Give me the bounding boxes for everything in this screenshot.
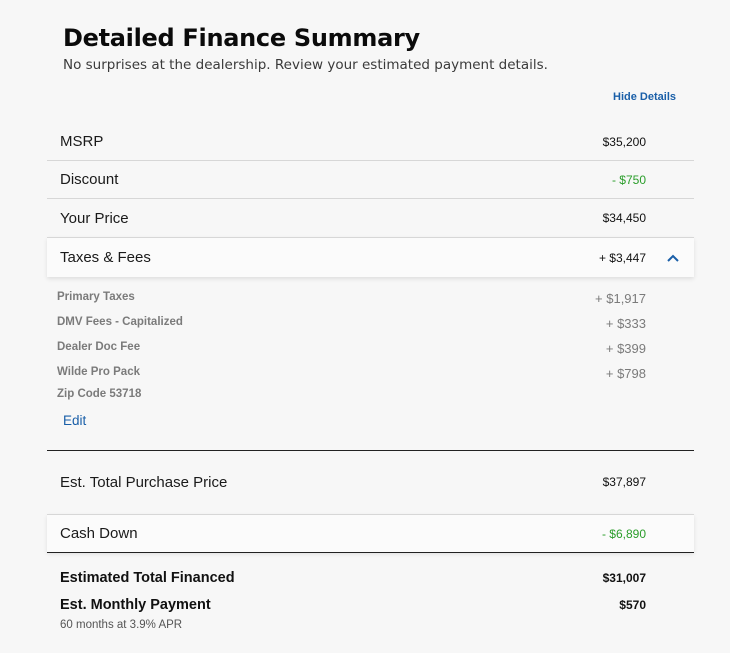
chevron-up-icon[interactable] [666, 253, 680, 263]
tax-detail-value: + $333 [605, 316, 646, 331]
total-financed-row: Estimated Total Financed $31,007 [60, 570, 646, 586]
taxes-fees-label: Taxes & Fees [60, 249, 151, 266]
your-price-row: Your Price $34,450 [47, 199, 694, 237]
msrp-row: MSRP $35,200 [47, 123, 694, 161]
discount-label: Discount [60, 171, 119, 188]
total-purchase-row: Est. Total Purchase Price $37,897 [47, 463, 694, 501]
tax-detail-label: Primary Taxes [57, 291, 135, 303]
edit-zip-link[interactable]: Edit [63, 413, 86, 428]
cash-down-label: Cash Down [60, 525, 138, 542]
total-purchase-value: $37,897 [602, 475, 646, 489]
monthly-payment-row: Est. Monthly Payment $570 [60, 597, 646, 613]
taxes-fees-value: + $3,447 [598, 250, 646, 265]
tax-detail-row: DMV Fees - Capitalized + $333 [57, 316, 646, 331]
tax-detail-value: + $798 [605, 366, 646, 381]
tax-detail-row: Primary Taxes + $1,917 [57, 291, 646, 306]
tax-detail-value: + $1,917 [595, 291, 646, 306]
monthly-payment-value: $570 [619, 598, 646, 612]
hide-details-link[interactable]: Hide Details [613, 91, 676, 103]
section-divider [47, 450, 694, 451]
tax-detail-label: Dealer Doc Fee [57, 341, 141, 353]
discount-row: Discount - $750 [47, 161, 694, 199]
zip-code-label: Zip Code 53718 [57, 388, 142, 400]
loan-term-note: 60 months at 3.9% APR [60, 619, 183, 631]
tax-detail-value: + $399 [605, 341, 646, 356]
tax-detail-label: DMV Fees - Capitalized [57, 316, 183, 328]
discount-value: - $750 [611, 172, 646, 187]
taxes-fees-row[interactable]: Taxes & Fees + $3,447 [47, 237, 694, 277]
cash-down-value: - $6,890 [601, 526, 646, 541]
cash-down-row[interactable]: Cash Down - $6,890 [47, 514, 694, 552]
your-price-label: Your Price [60, 209, 129, 227]
monthly-payment-label: Est. Monthly Payment [60, 597, 211, 613]
tax-detail-row: Dealer Doc Fee + $399 [57, 341, 646, 356]
your-price-value: $34,450 [602, 211, 646, 225]
tax-detail-row: Wilde Pro Pack + $798 [57, 366, 646, 381]
msrp-value: $35,200 [602, 134, 646, 149]
total-purchase-label: Est. Total Purchase Price [60, 473, 228, 491]
tax-detail-label: Wilde Pro Pack [57, 366, 140, 378]
total-financed-label: Estimated Total Financed [60, 570, 235, 586]
page-subtitle: No surprises at the dealership. Review y… [63, 57, 548, 73]
section-divider [47, 552, 694, 553]
msrp-label: MSRP [60, 133, 104, 150]
total-financed-value: $31,007 [602, 571, 646, 585]
page-title: Detailed Finance Summary [63, 24, 420, 52]
